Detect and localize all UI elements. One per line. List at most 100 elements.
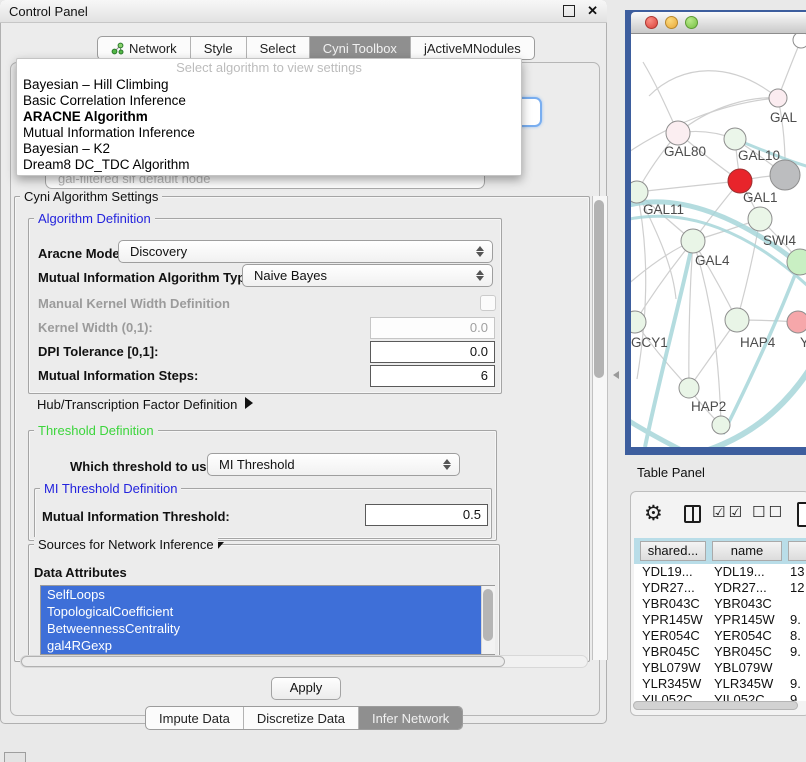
threshold-definition-title: Threshold Definition [34, 423, 158, 438]
close-traffic-light-icon[interactable] [645, 16, 658, 29]
tab-jactivemnodules[interactable]: jActiveMNodules [410, 37, 534, 59]
mi-threshold-group-title: MI Threshold Definition [40, 481, 181, 496]
table-row[interactable]: YIL052CYIL052C9. [634, 692, 806, 701]
table-cell: YDL19... [714, 564, 784, 580]
table-row[interactable]: YDR27...YDR27...12 [634, 580, 806, 596]
column-header[interactable]: name [712, 541, 782, 561]
settings-scrollbar-thumb[interactable] [594, 200, 604, 378]
float-window-icon[interactable] [563, 5, 575, 17]
network-node[interactable] [712, 416, 730, 434]
show-columns-icon[interactable]: ☑☑ [712, 503, 745, 521]
algorithm-option[interactable]: Dream8 DC_TDC Algorithm [17, 157, 521, 173]
algorithm-option[interactable]: Bayesian – K2 [17, 141, 521, 157]
node-label: GAL4 [695, 253, 730, 268]
split-columns-icon[interactable] [684, 505, 701, 523]
apply-button[interactable]: Apply [271, 677, 341, 700]
node-label: Y [800, 335, 806, 350]
attribute-item[interactable]: BetweennessCentrality [41, 620, 482, 637]
expander-arrow-icon[interactable] [245, 397, 253, 409]
hub-definition-label[interactable]: Hub/Transcription Factor Definition [37, 397, 237, 412]
gear-icon[interactable]: ⚙ [644, 501, 663, 525]
tab-infer-network[interactable]: Infer Network [358, 707, 462, 729]
close-icon[interactable]: ✕ [587, 6, 598, 16]
mi-type-value: Naive Bayes [254, 268, 327, 283]
table-row[interactable]: YDL19...YDL19...13 [634, 564, 806, 580]
table-cell: YDR27... [642, 580, 708, 596]
network-graph: GALGAL80GAL10GAL1GAL11SWI4GAL4GCY1HAP4YH… [631, 34, 806, 447]
which-threshold-combo[interactable]: MI Threshold [207, 453, 460, 476]
control-panel-title: Control Panel [9, 4, 563, 19]
tab-cyni-toolbox[interactable]: Cyni Toolbox [309, 37, 410, 59]
algorithm-option[interactable]: Basic Correlation Inference [17, 93, 521, 109]
data-attributes-list[interactable]: SelfLoopsTopologicalCoefficientBetweenne… [40, 585, 495, 655]
table-hscrollbar-thumb[interactable] [633, 701, 798, 710]
algorithm-option[interactable]: Bayesian – Hill Climbing [17, 77, 521, 93]
network-node[interactable] [793, 34, 806, 48]
tab-label: Discretize Data [257, 711, 345, 726]
column-header[interactable]: shared... [640, 541, 706, 561]
sources-group-title[interactable]: Sources for Network Inference [34, 537, 218, 552]
mi-type-label: Mutual Information Algorithm Type: [38, 270, 257, 285]
table-row[interactable]: YLR345WYLR345W9. [634, 676, 806, 692]
network-node[interactable] [770, 160, 800, 190]
network-node-gal11[interactable] [631, 181, 648, 203]
table-row[interactable]: YBR043C YBR043C [634, 596, 806, 612]
node-label: GAL11 [643, 202, 684, 217]
attribute-item[interactable]: SelfLoops [41, 586, 482, 603]
mi-type-combo[interactable]: Naive Bayes [242, 264, 493, 287]
stepper-arrows-icon [443, 458, 450, 471]
attribute-item[interactable]: TopologicalCoefficient [41, 603, 482, 620]
network-node-hap4[interactable] [725, 308, 749, 332]
table-row[interactable]: YPR145WYPR145W9. [634, 612, 806, 628]
manual-kernel-label: Manual Kernel Width Definition [38, 296, 230, 311]
network-node[interactable] [748, 207, 772, 231]
algorithm-dropdown-list: Bayesian – Hill ClimbingBasic Correlatio… [17, 77, 521, 173]
table-row[interactable]: YBL079WYBL079W [634, 660, 806, 676]
table-header-row: shared... name [634, 538, 806, 564]
kernel-width-field[interactable]: 0.0 [370, 317, 495, 339]
tab-style[interactable]: Style [190, 37, 246, 59]
table-row[interactable]: YBR045CYBR045C9. [634, 644, 806, 660]
table-cell: YDR27... [714, 580, 784, 596]
tab-select[interactable]: Select [246, 37, 309, 59]
mi-threshold-field[interactable]: 0.5 [365, 504, 488, 526]
network-node-gal10[interactable] [724, 128, 746, 150]
dpi-tolerance-field[interactable]: 0.0 [370, 341, 495, 363]
network-node-gal80[interactable] [666, 121, 690, 145]
manual-kernel-checkbox[interactable] [480, 295, 496, 311]
mi-threshold-label: Mutual Information Threshold: [42, 509, 230, 524]
table-cell: YPR145W [642, 612, 708, 628]
tab-network[interactable]: Network [98, 37, 190, 59]
zoom-traffic-light-icon[interactable] [685, 16, 698, 29]
attribute-item[interactable]: gal4RGexp [41, 637, 482, 654]
algorithm-option[interactable]: Mutual Information Inference [17, 125, 521, 141]
panel-collapse-arrow[interactable] [613, 371, 619, 379]
table-cell: 13 [790, 564, 806, 580]
aracne-mode-combo[interactable]: Discovery [118, 240, 493, 263]
mi-steps-field[interactable]: 6 [370, 365, 495, 387]
settings-hscrollbar-thumb[interactable] [21, 656, 505, 667]
network-node-y[interactable] [787, 311, 806, 333]
table-cell: YBR043C [642, 596, 708, 612]
table-cell: YBR043C [714, 596, 784, 612]
table-cell: YER054C [714, 628, 784, 644]
tab-label: Impute Data [159, 711, 230, 726]
hide-columns-icon[interactable]: ☐☐ [752, 503, 785, 521]
network-window-titlebar[interactable] [631, 12, 806, 34]
table-cell: YBR045C [642, 644, 708, 660]
network-canvas[interactable]: GALGAL80GAL10GAL1GAL11SWI4GAL4GCY1HAP4YH… [631, 34, 806, 447]
network-node-gal4[interactable] [681, 229, 705, 253]
algorithm-option[interactable]: ARACNE Algorithm [17, 109, 521, 125]
network-node-gal[interactable] [769, 89, 787, 107]
node-label: GAL1 [743, 190, 778, 205]
network-node-hap2[interactable] [679, 378, 699, 398]
tab-discretize-data[interactable]: Discretize Data [243, 707, 358, 729]
table-row[interactable]: YER054CYER054C8. [634, 628, 806, 644]
tab-impute-data[interactable]: Impute Data [146, 707, 243, 729]
dpi-tolerance-label: DPI Tolerance [0,1]: [38, 344, 158, 359]
list-scrollbar-thumb[interactable] [483, 589, 493, 641]
column-header[interactable] [788, 541, 806, 561]
minimize-traffic-light-icon[interactable] [665, 16, 678, 29]
minimized-panel-button[interactable] [4, 752, 26, 762]
document-icon[interactable] [797, 502, 806, 527]
